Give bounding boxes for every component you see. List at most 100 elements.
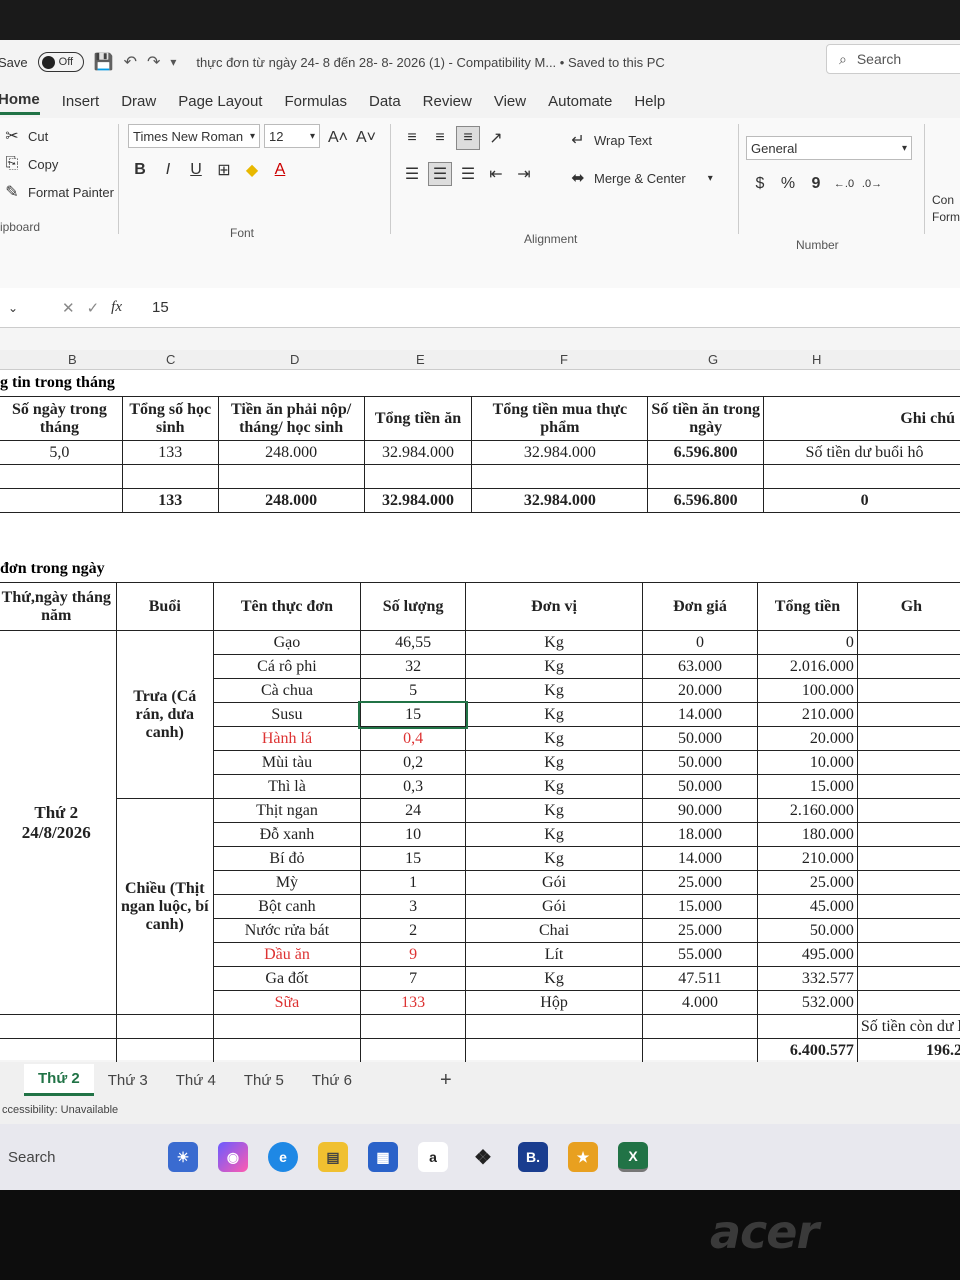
note-cell[interactable] — [856, 918, 960, 943]
quantity-cell[interactable]: 0,3 — [359, 774, 467, 799]
total-cell[interactable]: 20.000 — [757, 726, 858, 751]
item-name-cell[interactable]: Mỳ — [213, 870, 361, 895]
merge-center-button[interactable]: ⬌ Merge & Center ▾ — [566, 166, 713, 190]
underline-button[interactable]: U — [184, 158, 208, 182]
tab-automate[interactable]: Automate — [548, 89, 612, 114]
column-header-f[interactable]: F — [560, 352, 568, 367]
unit-cell[interactable]: Kg — [465, 822, 643, 847]
item-name-cell[interactable]: Cá rô phi — [213, 654, 361, 679]
add-sheet-button[interactable]: + — [426, 1063, 466, 1098]
item-name-cell[interactable]: Nước rửa bát — [213, 918, 361, 943]
quantity-cell[interactable]: 46,55 — [359, 630, 467, 655]
cell[interactable] — [0, 488, 123, 513]
quantity-cell[interactable]: 0,2 — [359, 750, 467, 775]
item-name-cell[interactable]: Gạo — [213, 630, 361, 655]
cell[interactable]: 248.000 — [217, 440, 365, 465]
unit-cell[interactable]: Kg — [465, 630, 643, 655]
note-cell[interactable] — [856, 966, 960, 991]
total-cell[interactable]: 2.160.000 — [757, 798, 858, 823]
total-cell[interactable]: 0 — [757, 630, 858, 655]
quantity-cell[interactable]: 133 — [359, 990, 467, 1015]
quantity-cell[interactable]: 32 — [359, 654, 467, 679]
increase-decimal-icon[interactable]: ←.0 — [832, 172, 856, 196]
session-cell[interactable]: Trưa (Cá rán, dưa canh) — [115, 630, 215, 799]
unit-price-cell[interactable]: 63.000 — [641, 654, 759, 679]
widgets-icon[interactable]: ☀ — [168, 1142, 198, 1172]
cell[interactable]: 0 — [763, 488, 960, 513]
align-right-icon[interactable]: ☰ — [456, 162, 480, 186]
align-center-icon[interactable]: ☰ — [428, 162, 452, 186]
increase-font-icon[interactable]: A˄ — [326, 126, 350, 150]
total-cell[interactable]: 332.577 — [757, 966, 858, 991]
quick-access-dropdown-icon[interactable]: ▾ — [170, 55, 176, 69]
unit-cell[interactable]: Kg — [465, 654, 643, 679]
quantity-cell[interactable]: 24 — [359, 798, 467, 823]
total-cell[interactable]: 532.000 — [757, 990, 858, 1015]
note-cell[interactable] — [856, 630, 960, 655]
orientation-icon[interactable]: ↗ — [484, 126, 508, 150]
quantity-cell[interactable]: 9 — [359, 942, 467, 967]
align-left-icon[interactable]: ☰ — [400, 162, 424, 186]
item-name-cell[interactable]: Hành lá — [213, 726, 361, 751]
cell[interactable]: 133 — [121, 488, 219, 513]
format-painter-button[interactable]: ✎ Format Painter — [0, 180, 114, 204]
total-cell[interactable]: 2.016.000 — [757, 654, 858, 679]
total-cell[interactable]: 15.000 — [757, 774, 858, 799]
quantity-cell[interactable]: 2 — [359, 918, 467, 943]
total-cell[interactable]: 180.000 — [757, 822, 858, 847]
tab-draw[interactable]: Draw — [121, 89, 156, 114]
unit-price-cell[interactable]: 50.000 — [641, 750, 759, 775]
unit-price-cell[interactable]: 14.000 — [641, 702, 759, 727]
note-cell[interactable] — [856, 798, 960, 823]
total-cell[interactable]: 45.000 — [757, 894, 858, 919]
unit-cell[interactable]: Gói — [465, 894, 643, 919]
note-cell[interactable] — [856, 894, 960, 919]
tab-insert[interactable]: Insert — [62, 89, 100, 114]
formula-input[interactable]: 15 — [152, 299, 169, 316]
quantity-cell[interactable]: 15 — [358, 700, 468, 729]
unit-price-cell[interactable]: 25.000 — [641, 918, 759, 943]
excel-icon[interactable]: X — [618, 1142, 648, 1172]
save-icon[interactable]: 💾 — [94, 52, 114, 72]
align-bottom-icon[interactable]: ≡ — [456, 126, 480, 150]
store-icon[interactable]: ▦ — [368, 1142, 398, 1172]
unit-price-cell[interactable]: 55.000 — [641, 942, 759, 967]
bold-button[interactable]: B — [128, 158, 152, 182]
fill-color-icon[interactable]: ◆ — [240, 158, 264, 182]
sheet-tab-thu-3[interactable]: Thứ 3 — [94, 1066, 162, 1095]
amazon-icon[interactable]: a — [418, 1142, 448, 1172]
cell[interactable]: 133 — [121, 440, 219, 465]
booking-icon[interactable]: B. — [518, 1142, 548, 1172]
unit-cell[interactable]: Kg — [465, 966, 643, 991]
tab-page-layout[interactable]: Page Layout — [178, 89, 262, 114]
total-cell[interactable]: 25.000 — [757, 870, 858, 895]
column-header-b[interactable]: B — [68, 352, 77, 367]
cancel-icon[interactable]: ✕ — [62, 299, 75, 317]
unit-cell[interactable]: Kg — [465, 750, 643, 775]
item-name-cell[interactable]: Đỗ xanh — [213, 822, 361, 847]
unit-cell[interactable]: Kg — [465, 846, 643, 871]
confirm-icon[interactable]: ✓ — [87, 299, 100, 317]
item-name-cell[interactable]: Susu — [213, 702, 361, 727]
unit-cell[interactable]: Lít — [465, 942, 643, 967]
cell[interactable]: 32.984.000 — [471, 488, 649, 513]
function-button[interactable]: fx — [111, 299, 122, 316]
unit-price-cell[interactable]: 20.000 — [641, 678, 759, 703]
search-box[interactable]: ⌕ Search — [826, 44, 960, 74]
column-header-c[interactable]: C — [166, 352, 175, 367]
italic-button[interactable]: I — [156, 158, 180, 182]
item-name-cell[interactable]: Sữa — [213, 990, 361, 1015]
day-cell[interactable]: Thứ 2 24/8/2026 — [0, 630, 117, 1015]
decrease-decimal-icon[interactable]: .0→ — [860, 172, 884, 196]
note-cell[interactable] — [856, 774, 960, 799]
increase-indent-icon[interactable]: ⇥ — [512, 162, 536, 186]
quantity-cell[interactable]: 10 — [359, 822, 467, 847]
unit-cell[interactable]: Kg — [465, 702, 643, 727]
copy-button[interactable]: ⎘ Copy — [0, 152, 59, 176]
sheet-tab-thu-5[interactable]: Thứ 5 — [230, 1066, 298, 1095]
unit-price-cell[interactable]: 14.000 — [641, 846, 759, 871]
cell[interactable]: 5,0 — [0, 440, 123, 465]
column-header-h[interactable]: H — [812, 352, 821, 367]
cell[interactable]: 32.984.000 — [363, 440, 473, 465]
cell[interactable]: 32.984.000 — [363, 488, 473, 513]
